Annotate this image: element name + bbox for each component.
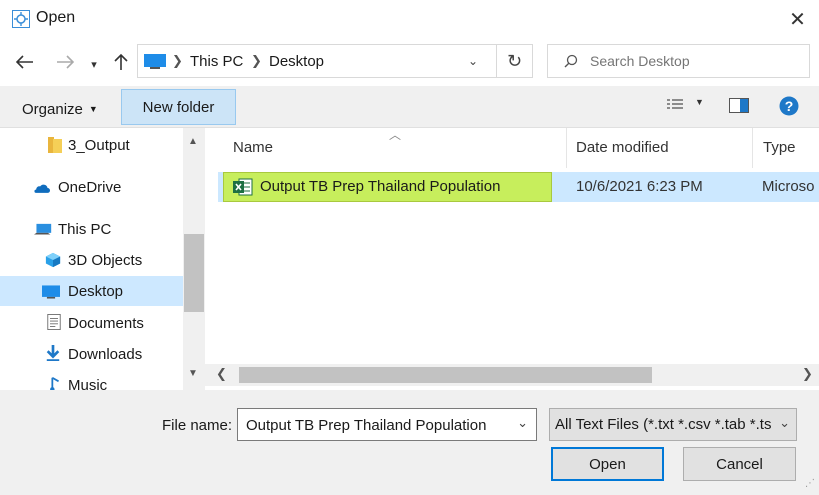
scroll-left-arrow-icon[interactable]: ❮: [216, 366, 227, 382]
open-button[interactable]: Open: [551, 447, 664, 481]
window-title: Open: [36, 9, 76, 26]
music-icon: [50, 377, 59, 390]
view-options-button[interactable]: ▼: [695, 97, 704, 107]
preview-pane-icon: [729, 98, 749, 113]
back-arrow-icon: [16, 55, 33, 69]
file-name: Output TB Prep Thailand Population: [260, 178, 501, 195]
scroll-right-arrow-icon[interactable]: ❯: [802, 366, 813, 382]
scroll-down-arrow-icon[interactable]: ▼: [188, 368, 198, 379]
search-box[interactable]: [547, 44, 810, 78]
preview-pane-button[interactable]: [729, 98, 749, 117]
column-divider[interactable]: [752, 128, 753, 168]
file-list-header: [218, 128, 819, 168]
forward-button[interactable]: [52, 48, 78, 76]
close-button[interactable]: ✕: [776, 2, 819, 36]
search-input[interactable]: [588, 52, 802, 70]
nav-item-label: OneDrive: [58, 178, 122, 196]
file-type-value: All Text Files (*.txt *.csv *.tab *.ts: [555, 416, 772, 433]
nav-item-label: This PC: [58, 220, 112, 238]
file-type-select[interactable]: All Text Files (*.txt *.csv *.tab *.ts ⌄: [549, 408, 797, 441]
file-name-combobox[interactable]: ⌄: [237, 408, 537, 441]
column-divider[interactable]: [566, 128, 567, 168]
organize-button[interactable]: Organize ▼: [22, 97, 98, 121]
file-date-modified: 10/6/2021 6:23 PM: [576, 178, 703, 195]
forward-arrow-icon: [57, 55, 74, 69]
column-header-type[interactable]: Type: [763, 139, 796, 156]
up-button[interactable]: [110, 48, 132, 76]
cloud-icon: [34, 184, 50, 193]
caret-down-icon: ▼: [88, 104, 98, 114]
folder-icon: [48, 137, 62, 153]
change-view-button[interactable]: [666, 98, 684, 116]
sort-ascending-icon: ︿: [389, 128, 402, 142]
help-button[interactable]: ?: [779, 96, 799, 120]
title-bar: [0, 0, 819, 38]
dialog-icon: [12, 10, 30, 28]
nav-pane-scroll-thumb[interactable]: [184, 234, 204, 312]
file-type: Microso: [762, 178, 815, 195]
cancel-button[interactable]: Cancel: [683, 447, 796, 481]
nav-item-3d-objects[interactable]: 3D Objects: [0, 245, 183, 275]
refresh-button[interactable]: ↻: [497, 44, 533, 78]
nav-item-label: Documents: [68, 314, 144, 332]
breadcrumb-separator: ❯: [172, 53, 183, 68]
view-list-icon: [667, 99, 683, 109]
address-bar[interactable]: ❯ This PC ❯ Desktop ⌄: [137, 44, 497, 78]
download-icon: [46, 345, 60, 361]
refresh-icon: ↻: [506, 50, 523, 71]
nav-item-documents[interactable]: Documents: [0, 308, 183, 338]
chevron-down-icon[interactable]: ⌄: [517, 415, 528, 431]
nav-item-desktop[interactable]: Desktop: [0, 276, 183, 306]
breadcrumb-desktop[interactable]: Desktop: [269, 53, 324, 70]
column-header-date-modified[interactable]: Date modified: [576, 139, 669, 156]
nav-item-label: 3D Objects: [68, 251, 143, 269]
nav-item-music[interactable]: Music: [0, 370, 183, 390]
breadcrumb-this-pc[interactable]: This PC: [190, 53, 243, 70]
back-button[interactable]: [12, 48, 38, 76]
close-icon: ✕: [789, 8, 806, 31]
breadcrumb-separator: ❯: [251, 53, 262, 68]
excel-icon: [233, 178, 253, 200]
svg-text:?: ?: [785, 98, 794, 114]
recent-locations-button[interactable]: ▾: [86, 50, 102, 78]
nav-item-this-pc[interactable]: This PC: [0, 214, 183, 244]
scroll-up-arrow-icon[interactable]: ▲: [188, 136, 198, 147]
nav-item-label: Music: [68, 376, 108, 391]
file-name-input[interactable]: [244, 416, 508, 435]
help-icon: ?: [779, 96, 799, 116]
navigation-pane: 3_Output OneDrive This PC 3D Objects Des…: [0, 128, 205, 390]
nav-item-label: Downloads: [68, 345, 143, 363]
organize-label: Organize: [22, 100, 83, 118]
search-icon: [564, 54, 578, 68]
computer-icon: [34, 223, 52, 235]
chevron-down-icon: ▾: [91, 58, 97, 71]
up-arrow-icon: [114, 53, 128, 70]
nav-item-downloads[interactable]: Downloads: [0, 339, 183, 369]
cube-icon: [45, 252, 61, 268]
nav-item-3-output[interactable]: 3_Output: [0, 130, 183, 160]
desktop-icon: [42, 285, 60, 299]
new-folder-button[interactable]: New folder: [121, 89, 236, 125]
file-name-label: File name:: [162, 417, 233, 434]
address-dropdown-button[interactable]: ⌄: [468, 54, 478, 68]
resize-grip-icon[interactable]: ⋰: [805, 478, 817, 492]
nav-item-label: Desktop: [68, 282, 124, 300]
desktop-icon: [144, 54, 166, 69]
nav-item-label: 3_Output: [68, 136, 130, 154]
horizontal-scroll-thumb[interactable]: [239, 367, 652, 383]
nav-item-onedrive[interactable]: OneDrive: [0, 172, 183, 202]
column-header-name[interactable]: Name: [233, 139, 273, 156]
document-icon: [47, 314, 61, 330]
chevron-down-icon: ⌄: [779, 415, 790, 430]
